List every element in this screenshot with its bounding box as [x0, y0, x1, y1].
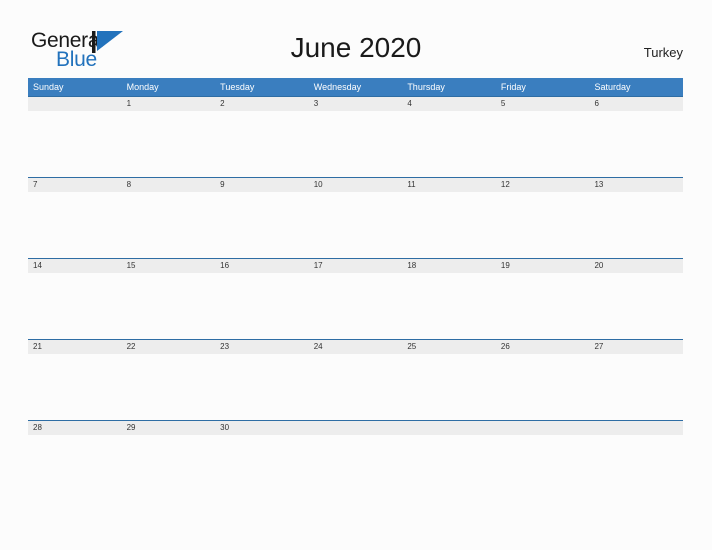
day-number[interactable]: 26: [496, 340, 590, 354]
day-note-cell[interactable]: [496, 192, 590, 257]
weekday-header-saturday: Saturday: [594, 82, 631, 92]
day-note-cell[interactable]: [402, 354, 496, 419]
weekday-header-sunday: Sunday: [33, 82, 64, 92]
day-note-cell[interactable]: [496, 435, 590, 500]
day-number[interactable]: 15: [122, 259, 216, 273]
day-note-cell[interactable]: [215, 435, 309, 500]
day-number[interactable]: 23: [215, 340, 309, 354]
day-note-cell[interactable]: [122, 192, 216, 257]
day-number[interactable]: 20: [589, 259, 683, 273]
day-number[interactable]: 16: [215, 259, 309, 273]
weekday-header-friday: Friday: [500, 82, 526, 92]
calendar-week-row: 28 29 30: [28, 420, 683, 501]
region-label: Turkey: [643, 45, 683, 60]
day-number[interactable]: 27: [589, 340, 683, 354]
day-note-cell[interactable]: [589, 192, 683, 257]
week-date-band: 1 2 3 4 5 6: [28, 97, 683, 111]
day-number[interactable]: 28: [28, 421, 122, 435]
weekday-header-thursday: Thursday: [407, 82, 445, 92]
day-number[interactable]: [28, 97, 122, 111]
day-note-cell[interactable]: [215, 111, 309, 176]
day-number[interactable]: [589, 421, 683, 435]
day-number[interactable]: 9: [215, 178, 309, 192]
day-note-cell[interactable]: [28, 273, 122, 338]
day-note-cell[interactable]: [589, 273, 683, 338]
day-number[interactable]: 19: [496, 259, 590, 273]
day-note-cell[interactable]: [215, 354, 309, 419]
day-number[interactable]: 2: [215, 97, 309, 111]
day-number[interactable]: 13: [589, 178, 683, 192]
week-date-band: 21 22 23 24 25 26 27: [28, 340, 683, 354]
day-note-cell[interactable]: [309, 435, 403, 500]
day-number[interactable]: 21: [28, 340, 122, 354]
day-note-cell[interactable]: [589, 354, 683, 419]
page-header: General Blue June 2020 Turkey: [0, 0, 712, 78]
weekday-header-wednesday: Wednesday: [313, 82, 362, 92]
day-number[interactable]: 8: [122, 178, 216, 192]
week-note-area: [28, 354, 683, 419]
page-title: June 2020: [290, 32, 422, 63]
day-note-cell[interactable]: [309, 273, 403, 338]
day-number[interactable]: 30: [215, 421, 309, 435]
day-number[interactable]: 6: [589, 97, 683, 111]
day-number[interactable]: [402, 421, 496, 435]
week-note-area: [28, 192, 683, 257]
day-note-cell[interactable]: [122, 111, 216, 176]
calendar-grid: Sunday Monday Tuesday Wednesday Thursday…: [28, 78, 683, 501]
weekday-header-tuesday: Tuesday: [220, 82, 255, 92]
week-date-band: 7 8 9 10 11 12 13: [28, 178, 683, 192]
day-note-cell[interactable]: [589, 111, 683, 176]
day-note-cell[interactable]: [496, 273, 590, 338]
day-number[interactable]: [309, 421, 403, 435]
calendar-week-row: 21 22 23 24 25 26 27: [28, 339, 683, 420]
day-number[interactable]: 25: [402, 340, 496, 354]
day-note-cell[interactable]: [309, 192, 403, 257]
day-note-cell[interactable]: [402, 435, 496, 500]
day-note-cell[interactable]: [309, 111, 403, 176]
day-number[interactable]: 22: [122, 340, 216, 354]
day-note-cell[interactable]: [215, 192, 309, 257]
weekday-header-row: Sunday Monday Tuesday Wednesday Thursday…: [28, 78, 683, 96]
day-note-cell[interactable]: [122, 273, 216, 338]
day-number[interactable]: 17: [309, 259, 403, 273]
day-number[interactable]: [496, 421, 590, 435]
week-date-band: 28 29 30: [28, 421, 683, 435]
day-note-cell[interactable]: [28, 192, 122, 257]
calendar-week-row: 7 8 9 10 11 12 13: [28, 177, 683, 258]
week-note-area: [28, 273, 683, 338]
day-note-cell[interactable]: [402, 111, 496, 176]
day-number[interactable]: 12: [496, 178, 590, 192]
week-date-band: 14 15 16 17 18 19 20: [28, 259, 683, 273]
day-note-cell[interactable]: [122, 354, 216, 419]
day-note-cell[interactable]: [402, 273, 496, 338]
calendar-week-row: 1 2 3 4 5 6: [28, 96, 683, 177]
day-note-cell[interactable]: [28, 435, 122, 500]
day-note-cell[interactable]: [496, 354, 590, 419]
day-number[interactable]: 14: [28, 259, 122, 273]
day-number[interactable]: 1: [122, 97, 216, 111]
day-note-cell[interactable]: [122, 435, 216, 500]
day-note-cell[interactable]: [402, 192, 496, 257]
day-number[interactable]: 10: [309, 178, 403, 192]
day-number[interactable]: 18: [402, 259, 496, 273]
day-note-cell[interactable]: [309, 354, 403, 419]
week-note-area: [28, 435, 683, 500]
day-note-cell[interactable]: [28, 354, 122, 419]
calendar-week-row: 14 15 16 17 18 19 20: [28, 258, 683, 339]
day-note-cell[interactable]: [215, 273, 309, 338]
day-number[interactable]: 4: [402, 97, 496, 111]
day-number[interactable]: 29: [122, 421, 216, 435]
day-note-cell[interactable]: [589, 435, 683, 500]
day-number[interactable]: 7: [28, 178, 122, 192]
day-number[interactable]: 11: [402, 178, 496, 192]
day-number[interactable]: 3: [309, 97, 403, 111]
day-note-cell[interactable]: [28, 111, 122, 176]
week-note-area: [28, 111, 683, 176]
day-note-cell[interactable]: [496, 111, 590, 176]
day-number[interactable]: 5: [496, 97, 590, 111]
day-number[interactable]: 24: [309, 340, 403, 354]
weekday-header-monday: Monday: [126, 82, 159, 92]
